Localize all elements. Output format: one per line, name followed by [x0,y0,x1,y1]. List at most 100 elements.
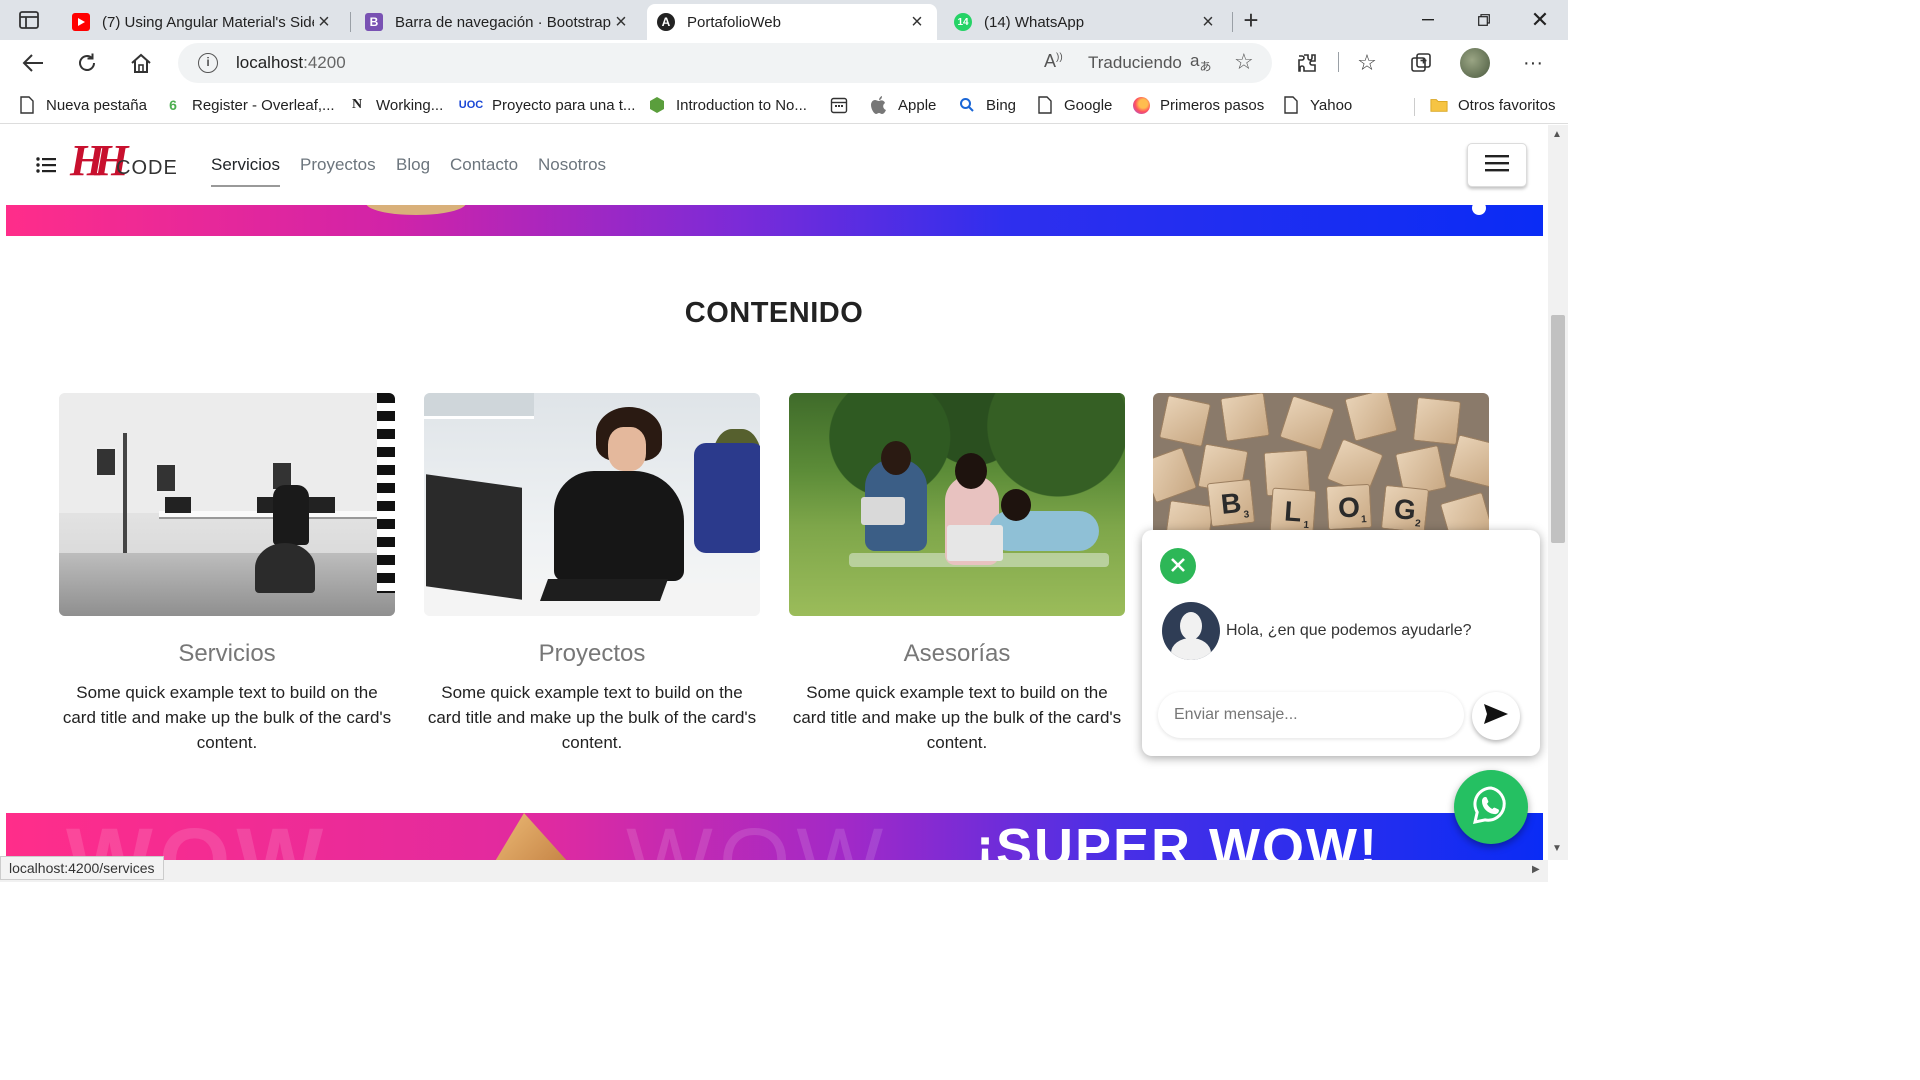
minimize-icon[interactable] [1400,0,1456,40]
scroll-down-icon[interactable]: ▼ [1552,843,1562,854]
nav-nosotros[interactable]: Nosotros [538,155,606,185]
send-message-button[interactable] [1472,692,1520,740]
more-options-icon[interactable]: ··· [1518,48,1548,78]
profile-avatar[interactable] [1460,48,1490,78]
favorites-icon[interactable]: ☆ [1352,48,1382,78]
scroll-up-icon[interactable]: ▲ [1552,129,1562,140]
restore-icon[interactable] [1456,0,1512,40]
chat-popup: Hola, ¿en que podemos ayudarle? [1142,530,1540,756]
bookmark-overleaf[interactable]: 6 Register - Overleaf,... [164,94,334,116]
page-icon [1036,96,1054,114]
apple-icon [870,96,888,114]
bookmark-yahoo[interactable]: Yahoo [1282,94,1352,116]
close-tab-icon[interactable]: × [314,11,334,34]
tab-title: (14) WhatsApp [984,13,1085,31]
close-window-icon[interactable]: ✕ [1512,0,1568,40]
scrollbar-thumb[interactable] [1551,315,1565,543]
new-tab-icon[interactable]: + [1236,5,1266,35]
blog-block: O1 [1325,483,1373,531]
vertical-scrollbar[interactable]: ▲ ▼ [1548,125,1568,860]
home-icon[interactable] [126,48,156,78]
translating-label: Traduciendo [1088,53,1182,72]
card-asesorias: Asesorías Some quick example text to bui… [789,393,1125,755]
close-chat-button[interactable] [1160,548,1196,584]
tab-whatsapp[interactable]: 14 (14) WhatsApp × [944,4,1228,40]
nav-proyectos[interactable]: Proyectos [300,155,376,185]
collections-icon[interactable] [1406,48,1436,78]
extensions-icon[interactable] [1292,48,1322,78]
send-icon [1483,703,1509,730]
logo-text: CODE [116,157,178,179]
node-icon [648,96,666,114]
card-text: Some quick example text to build on the … [792,683,1122,752]
bookmark-bing[interactable]: Bing [958,94,1016,116]
nav-blog[interactable]: Blog [396,155,430,185]
tab-divider [350,12,351,32]
back-icon[interactable] [18,48,48,78]
site-logo[interactable]: HH CODE [70,135,190,187]
card-servicios: Servicios Some quick example text to bui… [59,393,395,755]
notion-icon: N [351,97,363,112]
card-title: Proyectos [538,640,646,667]
bookmark-google[interactable]: Google [1036,94,1112,116]
bookmark-primeros-pasos[interactable]: Primeros pasos [1132,94,1264,116]
tab-actions-icon[interactable] [14,5,44,35]
horizontal-scrollbar[interactable]: ▶ [0,860,1548,882]
browser-toolbar: i localhost:4200 A)) Traduciendo aあ ☆ ☆ … [0,40,1568,86]
reload-icon[interactable] [72,48,102,78]
tab-title: Barra de navegación · Bootstrap v [395,13,611,31]
whatsapp-float-button[interactable] [1454,770,1528,844]
blog-block: L1 [1269,487,1317,535]
card-title: Asesorías [903,640,1011,667]
site-info-icon[interactable]: i [198,53,218,73]
bookmarks-divider [1414,98,1415,116]
bookmark-working[interactable]: N Working... [348,94,443,116]
close-icon [1170,552,1186,580]
scroll-right-icon[interactable]: ▶ [1532,864,1540,875]
page-viewport: HH CODE Servicios Proyectos Blog Contact… [0,125,1548,882]
read-aloud-icon[interactable]: A)) [1044,51,1063,72]
bookmark-calendar[interactable] [830,94,858,116]
page-icon [1282,96,1300,114]
navbar-toggler-button[interactable] [1467,143,1527,187]
toolbar-divider [1338,52,1339,72]
card-image-office [59,393,395,616]
chat-message-input[interactable] [1158,692,1464,738]
translate-icon[interactable]: aあ [1190,51,1211,74]
card-text: Some quick example text to build on the … [427,683,757,752]
card-title: Servicios [178,640,276,667]
close-tab-icon[interactable]: × [1198,11,1218,34]
list-icon[interactable] [36,155,56,175]
promo-banner-top [6,205,1543,236]
status-bar-url: localhost:4200/services [0,856,164,880]
close-tab-icon[interactable]: × [907,11,927,34]
firefox-icon [1132,96,1150,114]
url-text: localhost:4200 [236,53,346,72]
blog-block: B3 [1206,478,1256,528]
nav-servicios[interactable]: Servicios [211,155,280,187]
logo-mark: HH [70,136,129,185]
chat-greeting: Hola, ¿en que podemos ayudarle? [1226,622,1472,639]
banner-food-image [366,205,466,215]
add-favorite-icon[interactable]: ☆ [1234,49,1254,75]
bookmark-proyecto[interactable]: UOC Proyecto para una t... [458,94,636,116]
tab-title: PortafolioWeb [687,13,781,31]
tab-portafolioweb[interactable]: A PortafolioWeb × [647,4,937,40]
uoc-icon: UOC [458,99,484,111]
close-tab-icon[interactable]: × [611,11,631,34]
card-proyectos: Proyectos Some quick example text to bui… [424,393,760,755]
bookmark-introduction[interactable]: Introduction to No... [648,94,807,116]
bootstrap-icon: B [365,13,383,31]
card-image-woman-computer [424,393,760,616]
bookmark-apple[interactable]: Apple [870,94,936,116]
blog-block: G2 [1380,484,1430,534]
bookmark-otros-favoritos[interactable]: Otros favoritos [1430,94,1556,116]
nav-contacto[interactable]: Contacto [450,155,518,185]
carousel-indicator[interactable] [1472,205,1486,215]
whatsapp-icon [1471,785,1511,830]
tab-bootstrap[interactable]: B Barra de navegación · Bootstrap v × [355,4,641,40]
address-bar[interactable]: i localhost:4200 A)) Traduciendo aあ ☆ [178,43,1272,83]
bookmark-nueva-pestana[interactable]: Nueva pestaña [18,94,147,116]
youtube-icon [72,13,90,31]
tab-youtube[interactable]: (7) Using Angular Material's Side × [62,4,344,40]
